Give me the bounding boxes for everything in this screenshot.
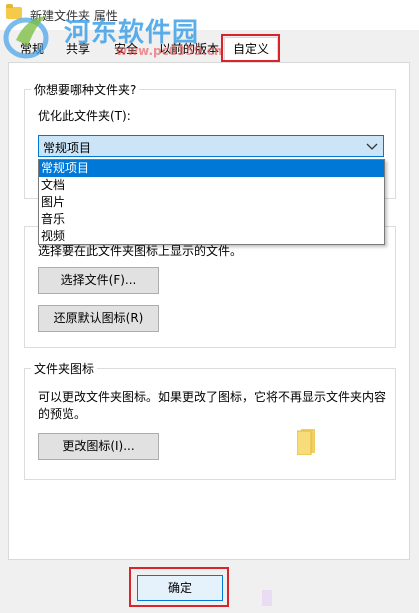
dropdown-option-pictures[interactable]: 图片 (39, 194, 384, 211)
restore-default-button-label: 还原默认图标(R) (53, 311, 144, 325)
optimize-select-value: 常规项目 (43, 141, 92, 155)
choose-file-button[interactable]: 选择文件(F)... (38, 267, 159, 294)
dropdown-option-music[interactable]: 音乐 (39, 211, 384, 228)
tab-highlight-box (221, 34, 280, 62)
folder-icon-description-line1: 可以更改文件夹图标。如果更改了图标，它将不再显示文件夹内容 (38, 390, 387, 404)
choose-file-button-label: 选择文件(F)... (60, 273, 137, 287)
title-bar: 新建文件夹 属性 (0, 0, 419, 30)
change-icon-button[interactable]: 更改图标(I)... (38, 433, 159, 460)
dropdown-option-documents[interactable]: 文档 (39, 177, 384, 194)
chevron-down-icon (366, 143, 378, 150)
optimize-select[interactable]: 常规项目 (38, 135, 384, 157)
folder-type-group-title: 你想要哪种文件夹? (31, 81, 140, 98)
ok-button[interactable]: 确定 (137, 575, 223, 601)
optimize-label: 优化此文件夹(T): (38, 109, 131, 123)
change-icon-button-label: 更改图标(I)... (62, 439, 135, 453)
properties-dialog: 新建文件夹 属性 常规 共享 安全 以前的版本 自定义 河东软件园 www.pc… (0, 0, 419, 613)
folder-icon-group: 文件夹图标 (24, 360, 396, 480)
folder-preview-icon (297, 429, 315, 455)
watermark-url: www.pc0359.cn (116, 44, 223, 58)
folder-icon-group-title: 文件夹图标 (31, 360, 98, 377)
folder-icon-description-line2: 的预览。 (38, 407, 87, 421)
restore-default-button[interactable]: 还原默认图标(R) (38, 305, 159, 332)
image-artifact (262, 590, 272, 606)
optimize-dropdown-list: 常规项目 文档 图片 音乐 视频 (38, 159, 385, 245)
ok-button-label: 确定 (167, 581, 192, 595)
dropdown-option-videos[interactable]: 视频 (39, 228, 384, 245)
dropdown-option-general[interactable]: 常规项目 (39, 160, 384, 177)
watermark-logo-icon (3, 16, 49, 59)
